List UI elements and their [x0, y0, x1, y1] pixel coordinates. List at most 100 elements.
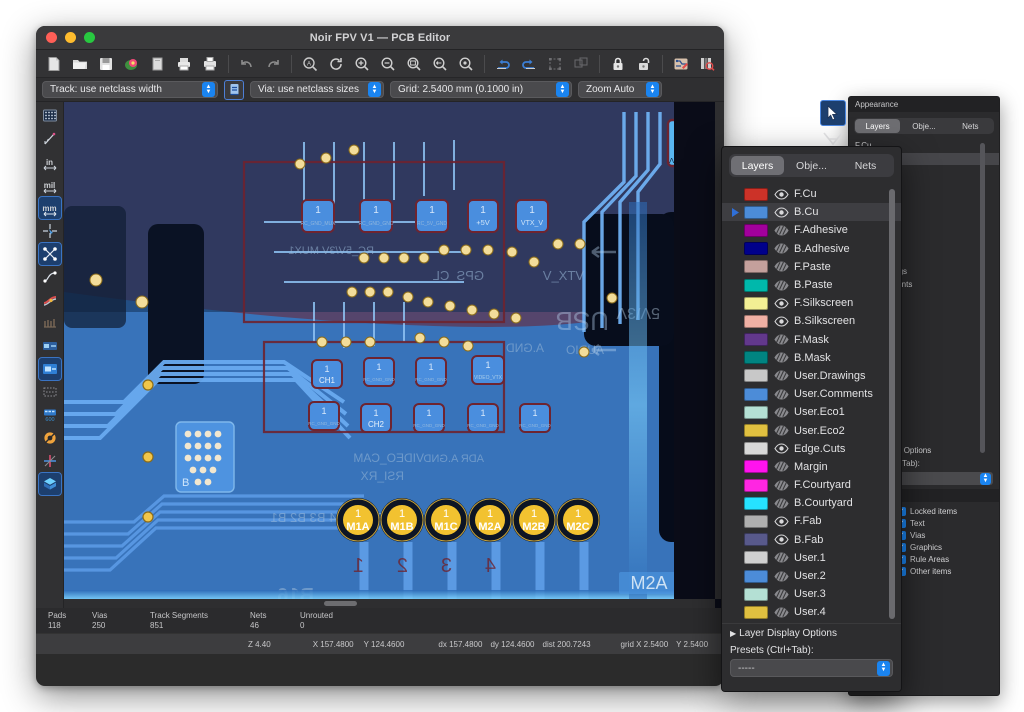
layer-row[interactable]: F.Courtyard	[722, 476, 901, 494]
appearance-checkbox-row[interactable]: ✓Text	[895, 517, 999, 529]
eye-visible-icon[interactable]	[768, 516, 794, 527]
eye-hidden-icon[interactable]	[768, 334, 794, 345]
polar-coords-icon[interactable]	[39, 128, 61, 150]
layer-row[interactable]: B.Paste	[722, 276, 901, 294]
eye-visible-icon[interactable]	[768, 207, 794, 218]
layer-row[interactable]: F.Mask	[722, 331, 901, 349]
eye-hidden-icon[interactable]	[768, 389, 794, 400]
layer-color-swatch[interactable]	[744, 206, 768, 219]
pcb-render[interactable]: 1RC_GND_MUX 1RC_GND_GND 1RC_5V_GND 1+5V …	[64, 102, 724, 608]
units-mils-icon[interactable]: mil	[39, 174, 61, 196]
layer-color-swatch[interactable]	[744, 333, 768, 346]
layer-color-swatch[interactable]	[744, 533, 768, 546]
presets-select[interactable]: ----- ▲▼	[730, 659, 893, 677]
layer-row[interactable]: B.Adhesive	[722, 240, 901, 258]
layer-row[interactable]: B.Mask	[722, 349, 901, 367]
layer-row[interactable]: User.Eco2	[722, 421, 901, 439]
layer-row[interactable]: F.Adhesive	[722, 221, 901, 239]
zone-outline-icon[interactable]	[39, 381, 61, 403]
cursor-fullscreen-icon[interactable]	[39, 220, 61, 242]
layer-color-swatch[interactable]	[744, 606, 768, 619]
layer-color-swatch[interactable]	[744, 551, 768, 564]
via-size-select[interactable]: Via: use netclass sizes ▲▼	[250, 81, 384, 98]
appearance-checkbox-row[interactable]: ✓Vias	[895, 529, 999, 541]
layer-row[interactable]: F.Paste	[722, 258, 901, 276]
eye-hidden-icon[interactable]	[768, 370, 794, 381]
stepper-icon[interactable]: ▲▼	[980, 473, 991, 485]
layer-color-swatch[interactable]	[744, 224, 768, 237]
appearance-scrollbar[interactable]	[980, 143, 985, 453]
layer-color-swatch[interactable]	[744, 460, 768, 473]
find-icon[interactable]: A	[298, 52, 322, 76]
layers-list[interactable]: F.CuB.CuF.AdhesiveB.AdhesiveF.PasteB.Pas…	[722, 185, 901, 655]
layer-color-swatch[interactable]	[744, 315, 768, 328]
unlock-icon[interactable]	[632, 52, 656, 76]
layer-color-swatch[interactable]	[744, 297, 768, 310]
zoom-select[interactable]: Zoom Auto ▲▼	[578, 81, 662, 98]
stepper-icon[interactable]: ▲▼	[368, 82, 381, 97]
eye-visible-icon[interactable]	[768, 443, 794, 454]
layer-row[interactable]: User.Eco1	[722, 403, 901, 421]
eye-visible-icon[interactable]	[768, 534, 794, 545]
tab-layers[interactable]: Layers	[855, 119, 900, 133]
pad-display-icon[interactable]	[39, 312, 61, 334]
eye-hidden-icon[interactable]	[768, 261, 794, 272]
zone-filled-icon[interactable]	[39, 358, 61, 380]
eye-visible-icon[interactable]	[768, 189, 794, 200]
stepper-icon[interactable]: ▲▼	[646, 82, 659, 97]
layer-color-swatch[interactable]	[744, 406, 768, 419]
show-ratsnest-icon[interactable]	[39, 243, 61, 265]
undo-icon[interactable]	[235, 52, 259, 76]
layer-color-swatch[interactable]	[744, 497, 768, 510]
appearance-checkbox-row[interactable]: ✓Locked items	[895, 505, 999, 517]
units-inches-icon[interactable]: in	[39, 151, 61, 173]
layer-row[interactable]: F.Silkscreen	[722, 294, 901, 312]
lock-icon[interactable]	[606, 52, 630, 76]
zoom-in-icon[interactable]	[350, 52, 374, 76]
eye-hidden-icon[interactable]	[768, 425, 794, 436]
stepper-icon[interactable]: ▲▼	[202, 82, 215, 97]
eye-hidden-icon[interactable]	[768, 243, 794, 254]
tab-nets[interactable]: Nets	[839, 156, 892, 175]
zoom-out-icon[interactable]	[376, 52, 400, 76]
tab-objects[interactable]: Obje...	[785, 156, 838, 175]
layer-row[interactable]: B.Silkscreen	[722, 312, 901, 330]
scrollbar-thumb[interactable]	[324, 601, 357, 606]
layer-display-options-toggle[interactable]: ▶Layer Display Options	[722, 623, 901, 645]
eye-hidden-icon[interactable]	[768, 498, 794, 509]
layer-row[interactable]: User.Comments	[722, 385, 901, 403]
tab-layers[interactable]: Layers	[731, 156, 784, 175]
appearance-checkbox-row[interactable]: ✓Other items	[895, 565, 999, 577]
print-icon[interactable]	[172, 52, 196, 76]
layer-row[interactable]: User.2	[722, 567, 901, 585]
layer-color-swatch[interactable]	[744, 479, 768, 492]
layer-row[interactable]: B.Courtyard	[722, 494, 901, 512]
layer-row[interactable]: User.4	[722, 603, 901, 621]
units-mm-icon[interactable]: mm	[39, 197, 61, 219]
tab-objects[interactable]: Obje...	[901, 119, 946, 133]
layer-color-swatch[interactable]	[744, 570, 768, 583]
curved-ratsnest-icon[interactable]	[39, 266, 61, 288]
page-settings-icon[interactable]	[146, 52, 170, 76]
layer-color-swatch[interactable]	[744, 442, 768, 455]
layer-color-swatch[interactable]	[744, 279, 768, 292]
cursor-tool-button[interactable]	[820, 100, 846, 126]
redo-icon[interactable]	[261, 52, 285, 76]
eye-hidden-icon[interactable]	[768, 225, 794, 236]
refresh-icon[interactable]	[324, 52, 348, 76]
layer-color-swatch[interactable]	[744, 588, 768, 601]
track-width-settings-icon[interactable]	[224, 80, 244, 100]
layer-row[interactable]: F.Cu	[722, 185, 901, 203]
rotate-ccw-icon[interactable]	[491, 52, 515, 76]
zoom-fit-icon[interactable]	[402, 52, 426, 76]
eye-visible-icon[interactable]	[768, 298, 794, 309]
layer-color-swatch[interactable]	[744, 515, 768, 528]
layer-color-swatch[interactable]	[744, 188, 768, 201]
layer-row[interactable]: User.Drawings	[722, 367, 901, 385]
pcb-canvas[interactable]: 1RC_GND_MUX 1RC_GND_GND 1RC_5V_GND 1+5V …	[64, 102, 724, 608]
eye-visible-icon[interactable]	[768, 316, 794, 327]
eye-hidden-icon[interactable]	[768, 589, 794, 600]
footprint-library-icon[interactable]	[695, 52, 719, 76]
layer-color-swatch[interactable]	[744, 260, 768, 273]
eye-hidden-icon[interactable]	[768, 480, 794, 491]
